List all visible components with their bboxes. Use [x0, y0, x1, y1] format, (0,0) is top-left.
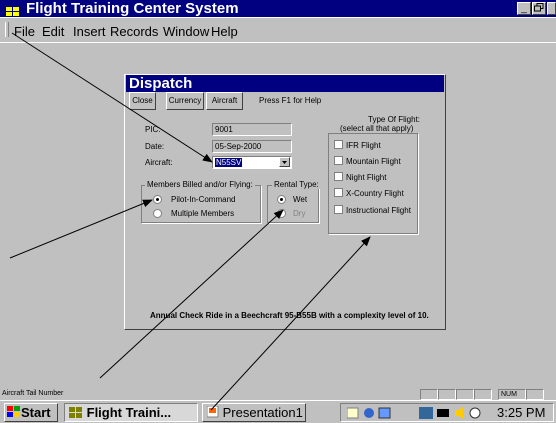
- arrow-to-flight-type: [210, 236, 371, 411]
- arrow-to-aircraft: [11, 32, 213, 163]
- arrow-to-rental: [99, 209, 284, 379]
- annotation-arrows: [9, 32, 371, 411]
- arrow-to-members: [9, 199, 153, 259]
